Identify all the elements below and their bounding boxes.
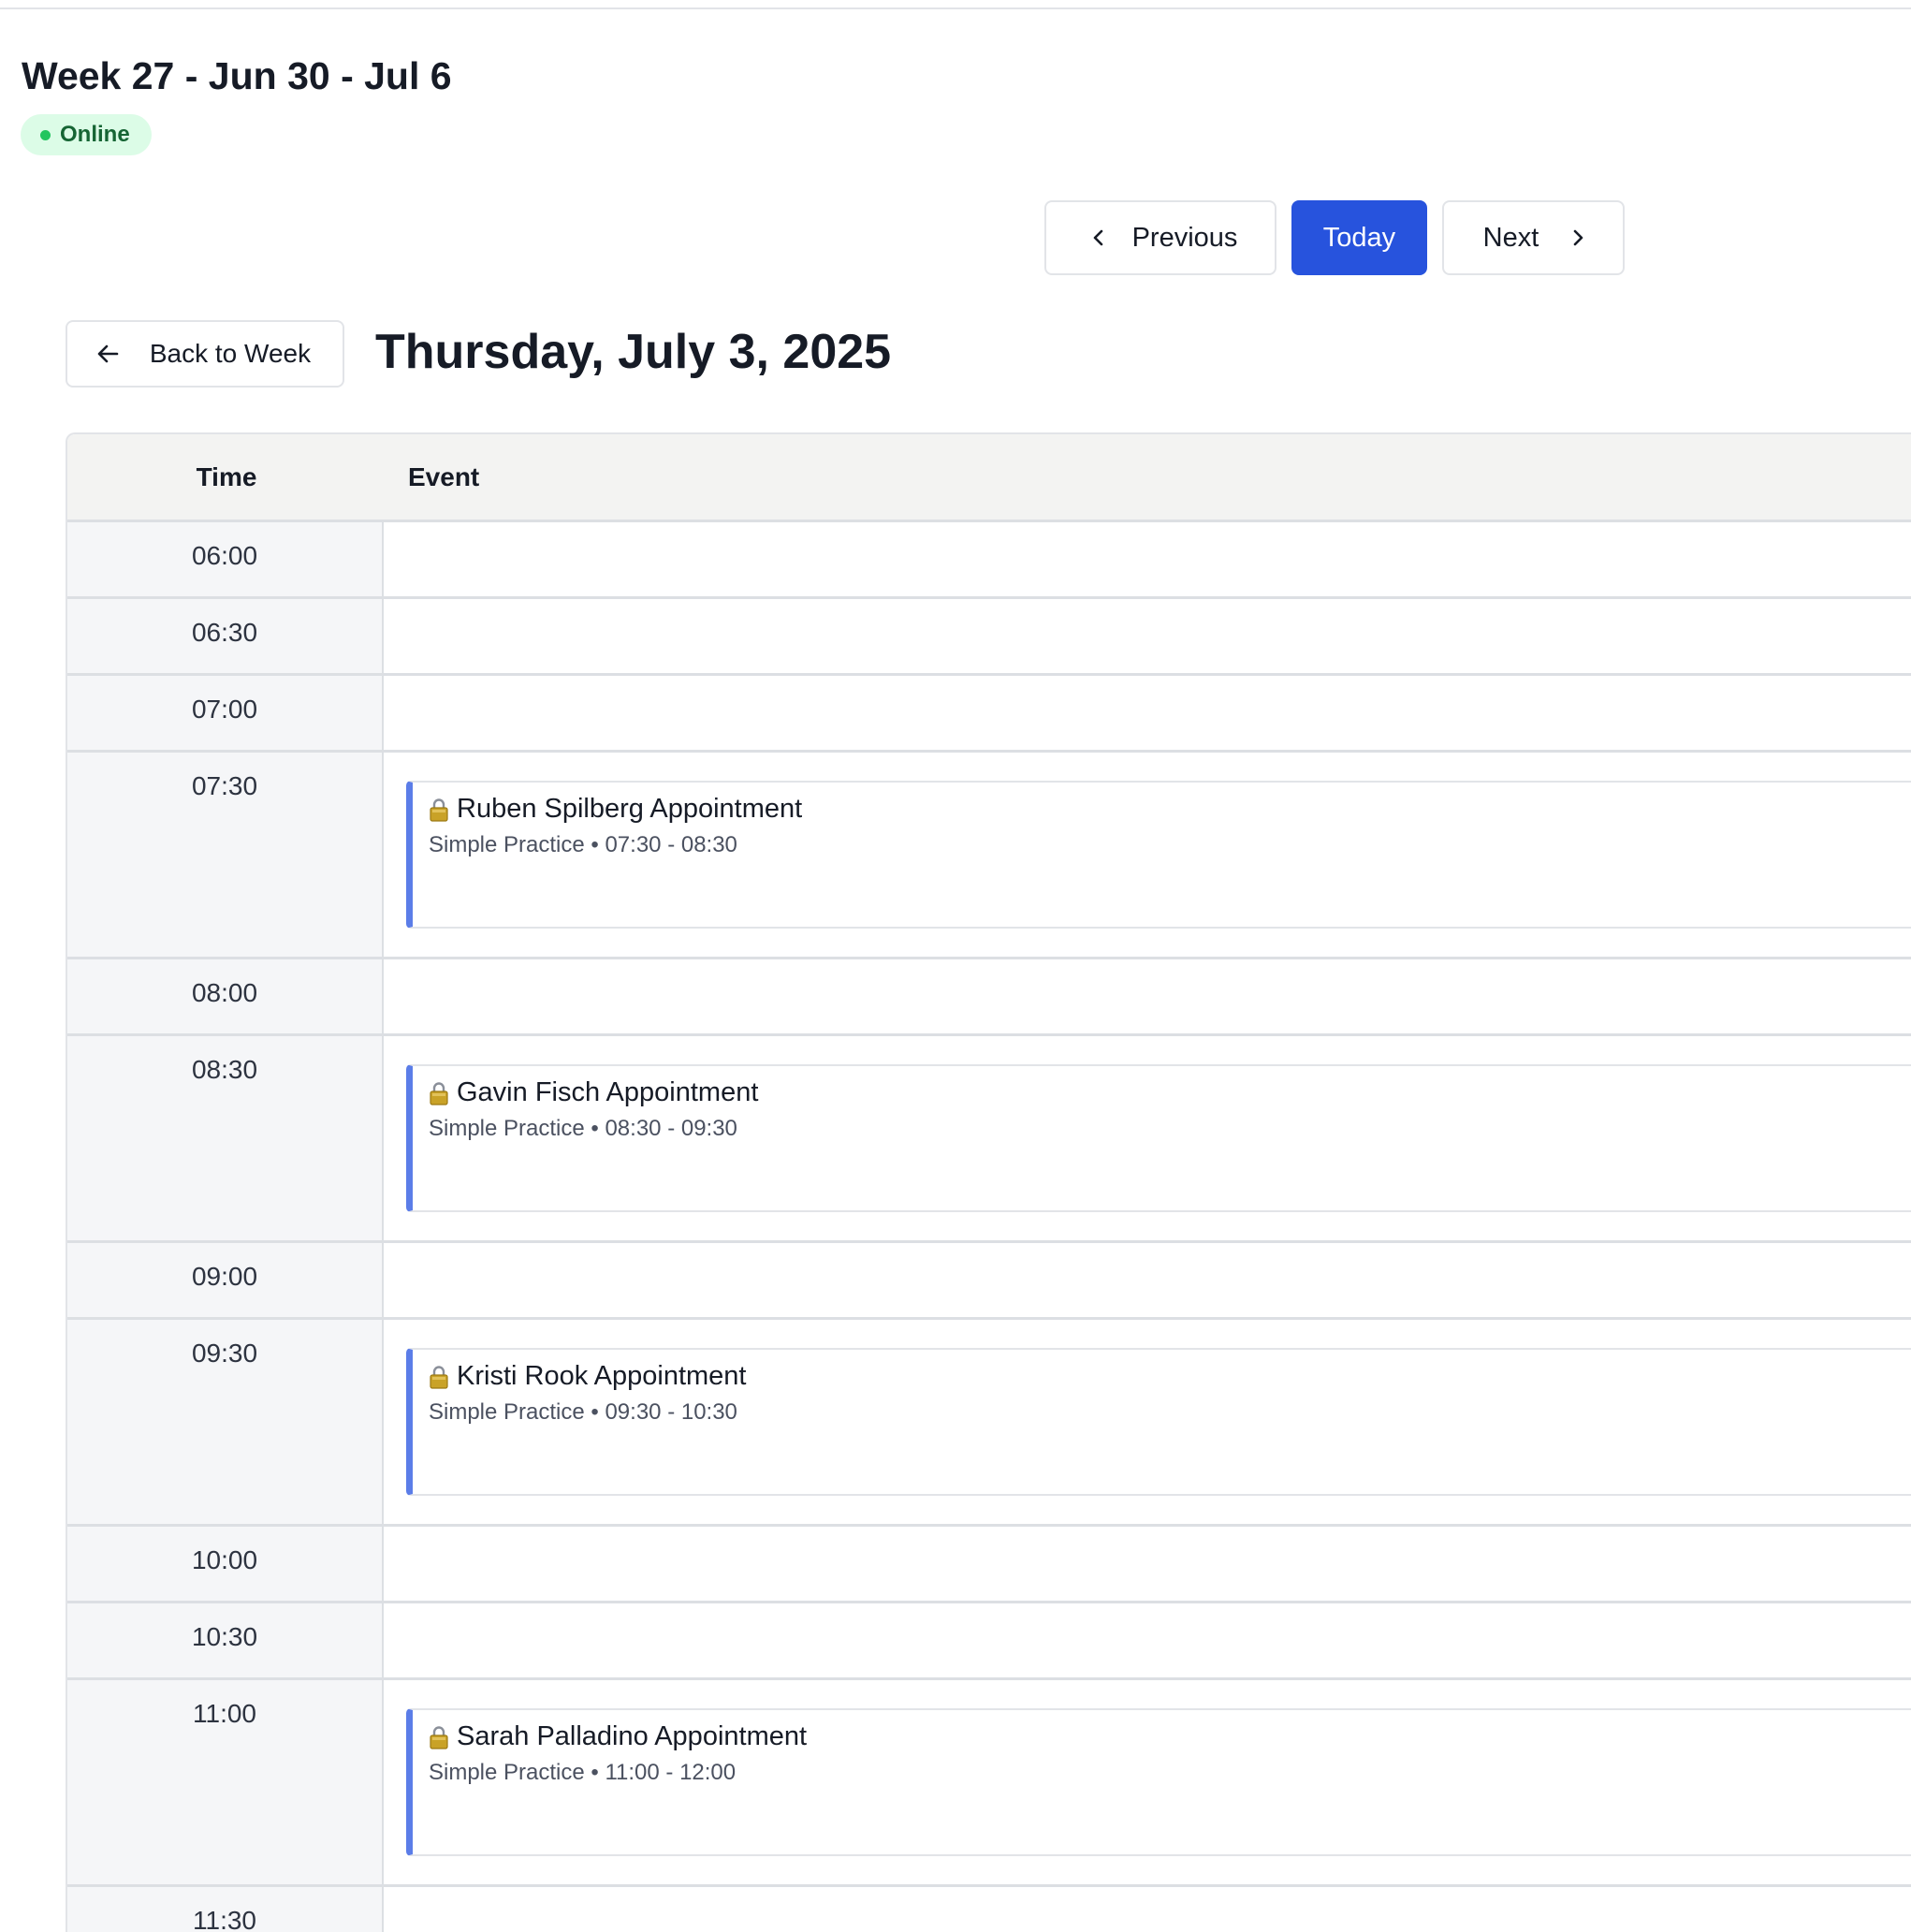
event-title-row: Gavin Fisch Appointment [429, 1077, 1911, 1108]
lock-icon [429, 1081, 449, 1105]
time-slot-label: 07:30 [67, 753, 384, 957]
time-slot-label: 11:00 [67, 1680, 384, 1884]
event-slot[interactable]: Ruben Spilberg Appointment Simple Practic… [384, 753, 1911, 957]
event-meta: Simple Practice • 07:30 - 08:30 [429, 832, 737, 857]
time-slot-row: 11:00 Sarah Palladino Appointment Simple P… [67, 1680, 1911, 1887]
event-title-row: Kristi Rook Appointment [429, 1361, 1911, 1392]
time-slot-label: 06:30 [67, 599, 384, 673]
event-slot[interactable] [384, 599, 1911, 673]
event-title: Sarah Palladino Appointment [457, 1721, 808, 1751]
event-slot[interactable]: Kristi Rook Appointment Simple Practice •… [384, 1320, 1911, 1524]
event-title-row: Sarah Palladino Appointment [429, 1721, 1911, 1752]
next-label: Next [1482, 222, 1539, 253]
time-slot-label: 08:00 [67, 959, 384, 1033]
event-meta: Simple Practice • 08:30 - 09:30 [429, 1116, 737, 1141]
back-to-week-label: Back to Week [149, 339, 312, 368]
table-header: Time Event [67, 434, 1911, 522]
event-slot[interactable] [384, 522, 1911, 596]
event-slot[interactable] [384, 1243, 1911, 1317]
event-column-header: Event [408, 461, 480, 491]
time-slot-row: 08:30 Gavin Fisch Appointment Simple Pract… [67, 1036, 1911, 1243]
event-card[interactable]: Gavin Fisch Appointment Simple Practice •… [406, 1064, 1911, 1212]
event-card[interactable]: Sarah Palladino Appointment Simple Practi… [406, 1708, 1911, 1856]
time-slot-row: 06:30 [67, 599, 1911, 676]
event-slot[interactable] [384, 1887, 1911, 1932]
time-column-header: Time [196, 461, 257, 491]
event-slot[interactable] [384, 676, 1911, 750]
event-title: Kristi Rook Appointment [457, 1361, 747, 1391]
event-title-row: Ruben Spilberg Appointment [429, 794, 1911, 825]
arrow-left-icon [95, 341, 122, 367]
event-slot[interactable] [384, 1527, 1911, 1601]
lock-icon [429, 798, 449, 822]
event-slot[interactable] [384, 959, 1911, 1033]
event-title: Ruben Spilberg Appointment [457, 794, 803, 824]
chevron-left-icon [1087, 227, 1110, 249]
event-card[interactable]: Ruben Spilberg Appointment Simple Practic… [406, 781, 1911, 929]
time-slot-row: 07:00 [67, 676, 1911, 753]
event-slot[interactable]: Gavin Fisch Appointment Simple Practice •… [384, 1036, 1911, 1240]
previous-label: Previous [1131, 222, 1238, 253]
time-slot-row: 06:00 [67, 522, 1911, 599]
time-slot-row: 09:30 Kristi Rook Appointment Simple Pract… [67, 1320, 1911, 1527]
calendar-page: Week 27 - Jun 30 - Jul 6 Online Previous… [0, 0, 1911, 1932]
event-card[interactable]: Kristi Rook Appointment Simple Practice •… [406, 1348, 1911, 1496]
status-dot-icon [40, 129, 51, 140]
day-schedule-table: Time Event 06:00 06:30 07:00 07:30 Ruben Spi… [66, 432, 1911, 1932]
status-badge: Online [21, 114, 152, 155]
time-slot-label: 09:00 [67, 1243, 384, 1317]
time-slot-label: 10:30 [67, 1603, 384, 1677]
time-slot-label: 08:30 [67, 1036, 384, 1240]
status-label: Online [60, 122, 130, 147]
lock-icon [429, 1365, 449, 1389]
time-slot-row: 07:30 Ruben Spilberg Appointment Simple Pr… [67, 753, 1911, 959]
event-slot[interactable] [384, 1603, 1911, 1677]
time-slot-label: 07:00 [67, 676, 384, 750]
time-slot-label: 06:00 [67, 522, 384, 596]
time-slot-row: 08:00 [67, 959, 1911, 1036]
next-button[interactable]: Next [1442, 200, 1625, 275]
time-slot-label: 09:30 [67, 1320, 384, 1524]
time-slot-row: 10:00 [67, 1527, 1911, 1603]
time-slot-row: 11:30 [67, 1887, 1911, 1932]
day-title: Thursday, July 3, 2025 [375, 325, 892, 379]
today-label: Today [1322, 222, 1396, 253]
time-slot-label: 10:00 [67, 1527, 384, 1601]
time-slot-row: 10:30 [67, 1603, 1911, 1680]
event-meta: Simple Practice • 11:00 - 12:00 [429, 1760, 737, 1785]
top-divider [0, 7, 1911, 9]
event-meta: Simple Practice • 09:30 - 10:30 [429, 1399, 737, 1425]
chevron-right-icon [1567, 227, 1589, 249]
back-to-week-button[interactable]: Back to Week [66, 320, 344, 388]
previous-button[interactable]: Previous [1044, 200, 1276, 275]
week-title: Week 27 - Jun 30 - Jul 6 [22, 54, 452, 97]
time-slot-label: 11:30 [67, 1887, 384, 1932]
lock-icon [429, 1725, 449, 1749]
time-slot-row: 09:00 [67, 1243, 1911, 1320]
today-button[interactable]: Today [1291, 200, 1427, 275]
event-title: Gavin Fisch Appointment [457, 1077, 759, 1107]
time-slot-list: 06:00 06:30 07:00 07:30 Ruben Spilberg Appoi… [67, 522, 1911, 1932]
event-slot[interactable]: Sarah Palladino Appointment Simple Practi… [384, 1680, 1911, 1884]
